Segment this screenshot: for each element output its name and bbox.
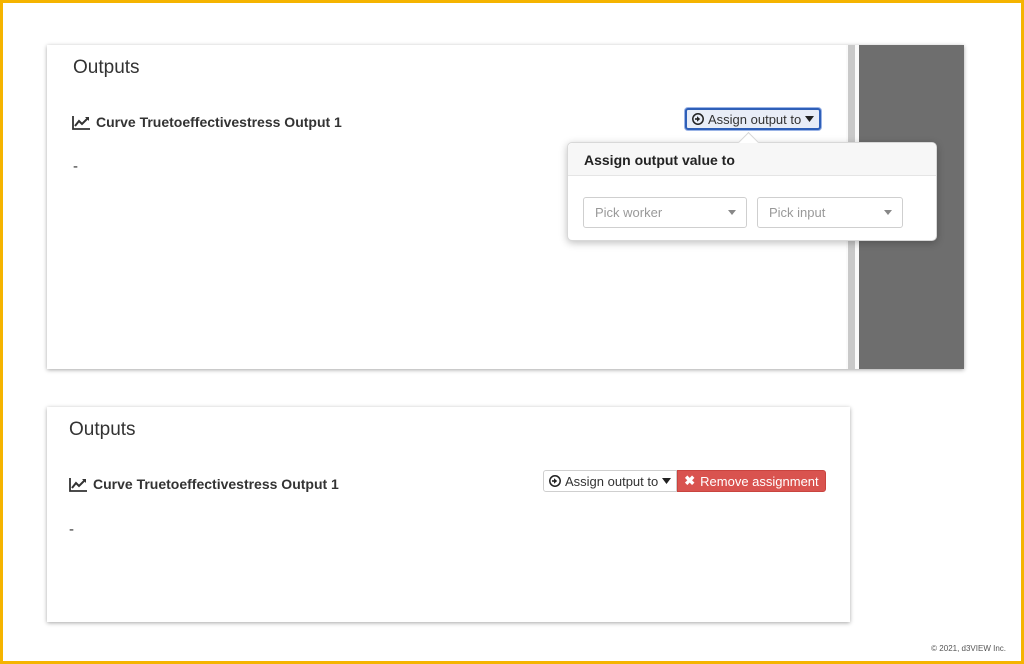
- pick-input-placeholder: Pick input: [769, 205, 826, 220]
- caret-down-icon: [805, 116, 815, 122]
- output-item: Curve Truetoeffectivestress Output 1: [69, 476, 339, 492]
- popover-title: Assign output value to: [568, 143, 936, 176]
- arrow-circle-right-icon: [692, 113, 704, 125]
- outputs-title: Outputs: [69, 419, 136, 440]
- assign-output-popover: Assign output value to Pick worker Pick …: [567, 131, 937, 241]
- remove-assignment-button[interactable]: ✖ Remove assignment: [677, 470, 826, 492]
- output-button-group: Assign output to ✖ Remove assignment: [543, 470, 826, 492]
- output-item: Curve Truetoeffectivestress Output 1: [72, 114, 342, 130]
- arrow-circle-right-icon: [549, 475, 561, 487]
- outputs-panel-bottom: Outputs Curve Truetoeffectivestress Outp…: [47, 407, 850, 622]
- copyright-text: © 2021, d3VIEW Inc.: [931, 644, 1006, 653]
- line-chart-icon: [72, 115, 90, 130]
- screenshot-frame: Outputs Curve Truetoeffectivestress Outp…: [0, 0, 1024, 664]
- line-chart-icon: [69, 477, 87, 492]
- assign-output-label: Assign output to: [565, 473, 659, 489]
- pick-worker-placeholder: Pick worker: [595, 205, 663, 220]
- remove-assignment-label: Remove assignment: [700, 473, 819, 489]
- caret-down-icon: [662, 478, 672, 484]
- outputs-title: Outputs: [73, 57, 140, 78]
- output-value: -: [73, 158, 78, 175]
- assign-output-button[interactable]: Assign output to: [543, 470, 678, 492]
- times-icon: ✖: [684, 473, 696, 488]
- output-label: Curve Truetoeffectivestress Output 1: [96, 114, 342, 130]
- chevron-down-icon: [728, 210, 736, 215]
- pick-input-select[interactable]: Pick input: [757, 197, 903, 228]
- assign-output-label: Assign output to: [708, 111, 802, 127]
- assign-output-button[interactable]: Assign output to: [685, 108, 822, 130]
- chevron-down-icon: [884, 210, 892, 215]
- output-value: -: [69, 521, 74, 538]
- pick-worker-select[interactable]: Pick worker: [583, 197, 747, 228]
- output-label: Curve Truetoeffectivestress Output 1: [93, 476, 339, 492]
- outputs-panel-top: Outputs Curve Truetoeffectivestress Outp…: [47, 45, 964, 369]
